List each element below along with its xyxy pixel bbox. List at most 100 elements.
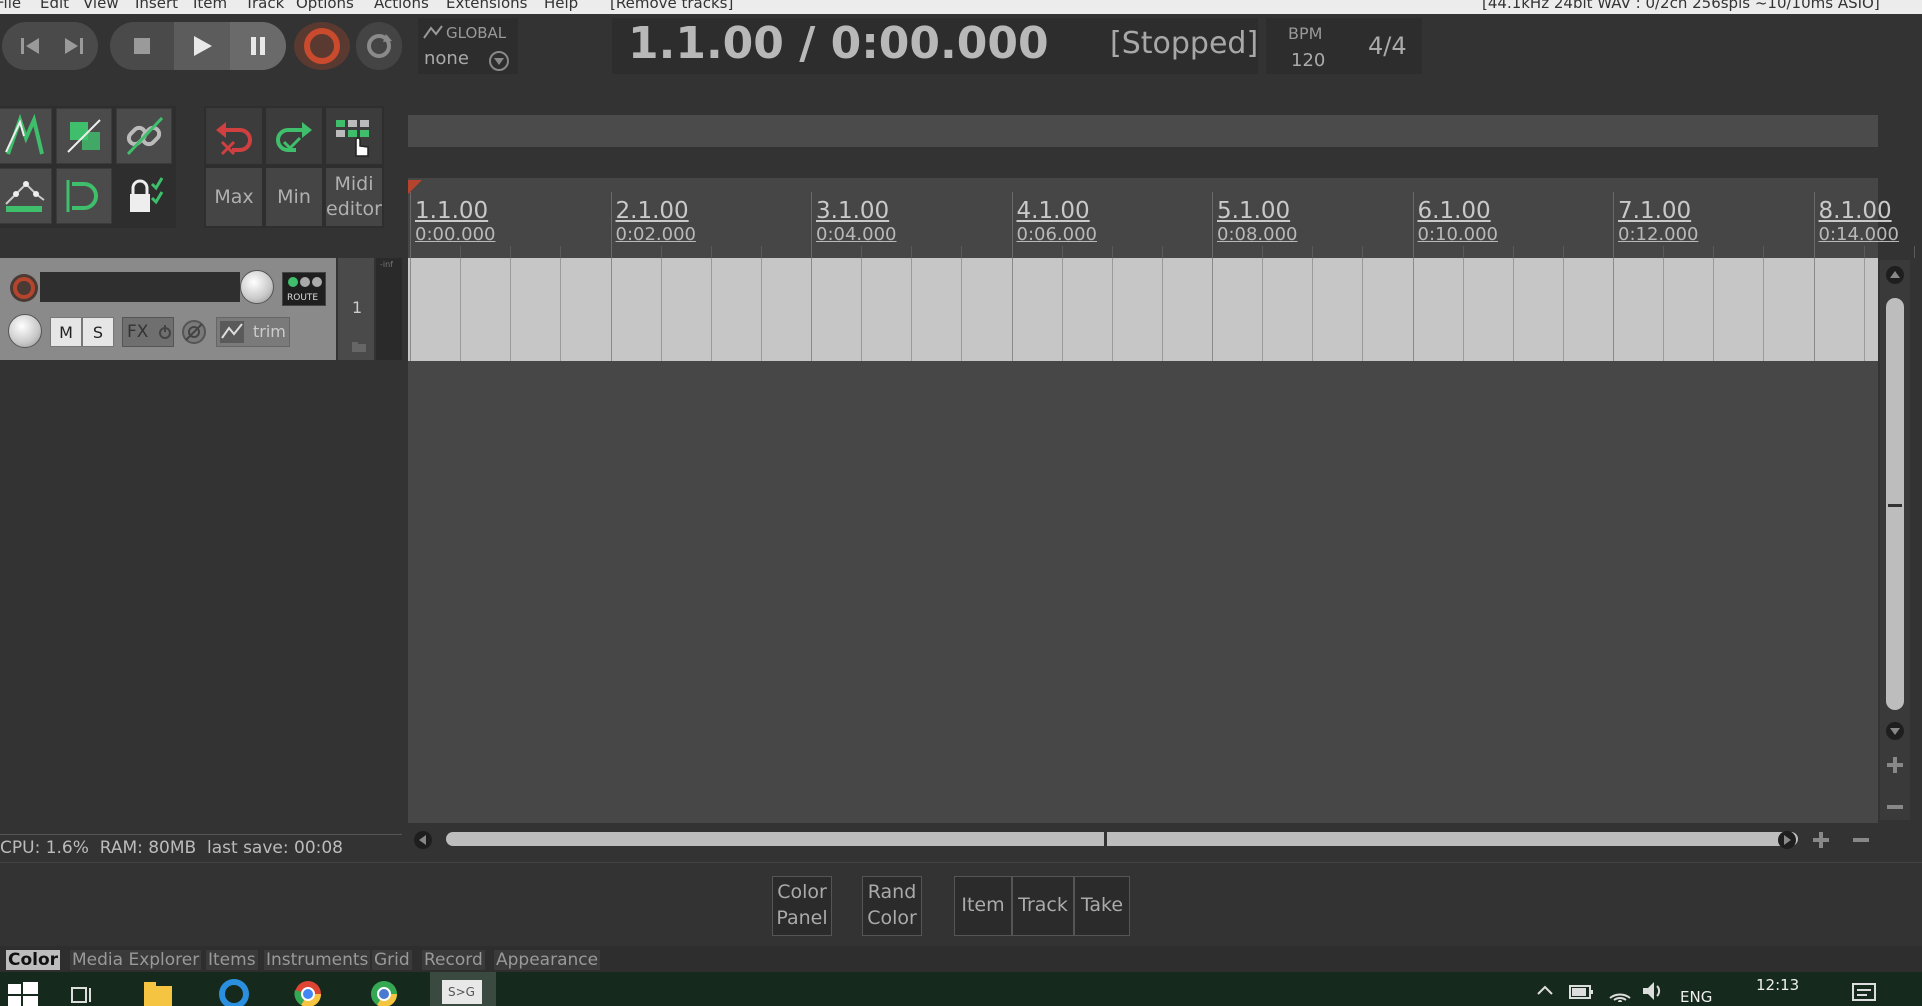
- ruler-bar-tick: [1613, 192, 1614, 258]
- action-center-icon[interactable]: [1850, 978, 1878, 1002]
- bpm-value[interactable]: 120: [1291, 50, 1325, 71]
- position-display[interactable]: 1.1.00 / 0:00.000: [628, 18, 1049, 69]
- zoom-out-vertical-icon[interactable]: [1884, 796, 1906, 818]
- menu-edit[interactable]: Edit: [40, 0, 69, 12]
- menu-track[interactable]: Track: [245, 0, 284, 12]
- ruler-time-label: 0:04.000: [816, 224, 897, 245]
- item-grouping-button[interactable]: [116, 108, 172, 164]
- windows-start-icon[interactable]: [6, 978, 40, 1006]
- tab-color[interactable]: Color: [6, 950, 61, 970]
- redo-button[interactable]: [266, 108, 322, 164]
- go-to-end-button[interactable]: [56, 22, 92, 70]
- menu-insert[interactable]: Insert: [135, 0, 178, 12]
- menu-actions[interactable]: Actions: [374, 0, 429, 12]
- grid-line: [1613, 258, 1614, 361]
- phase-invert-icon[interactable]: [180, 318, 208, 346]
- horizontal-scrollbar[interactable]: [408, 826, 1878, 852]
- scroll-up-icon[interactable]: [1884, 264, 1906, 286]
- color-target-track-button[interactable]: Track: [1012, 876, 1074, 936]
- show-hidden-icons-chevron[interactable]: [1534, 978, 1556, 1002]
- track-name-field[interactable]: [40, 272, 240, 302]
- grid-line: [560, 258, 562, 361]
- volume-knob[interactable]: [240, 270, 274, 304]
- pan-knob[interactable]: [8, 314, 42, 348]
- route-button[interactable]: ROUTE: [282, 272, 326, 306]
- task-view-icon[interactable]: [68, 978, 96, 1006]
- time-selection-bar[interactable]: [408, 115, 1878, 147]
- stop-icon: [134, 38, 150, 54]
- menu-extensions[interactable]: Extensions: [446, 0, 527, 12]
- bpm-panel[interactable]: BPM 120: [1266, 18, 1356, 74]
- record-button[interactable]: [294, 22, 350, 70]
- fx-bypass-power-icon[interactable]: [157, 324, 173, 340]
- menu-file[interactable]: File: [0, 0, 21, 12]
- volume-speaker-icon[interactable]: [1640, 978, 1668, 1002]
- track-control-panel[interactable]: ROUTE M S FX trim 1 -inf: [0, 258, 402, 360]
- time-signature-panel[interactable]: 4/4: [1354, 18, 1422, 74]
- random-color-button[interactable]: Rand Color: [862, 876, 922, 936]
- lock-settings-button[interactable]: [116, 168, 172, 224]
- wifi-network-icon[interactable]: [1606, 978, 1634, 1002]
- tab-record[interactable]: Record: [422, 950, 485, 970]
- menu-options[interactable]: Options: [296, 0, 354, 12]
- zoom-in-vertical-icon[interactable]: [1884, 754, 1906, 776]
- system-clock[interactable]: 12:13: [1756, 976, 1799, 994]
- tab-media-explorer[interactable]: Media Explorer: [70, 950, 202, 970]
- tab-grid[interactable]: Grid: [372, 950, 412, 970]
- snap-toggle-button[interactable]: [56, 108, 112, 164]
- pause-button[interactable]: [230, 22, 286, 70]
- grid-select-button[interactable]: [326, 108, 382, 164]
- battery-power-icon[interactable]: [1568, 978, 1596, 1002]
- chrome-browser-icon[interactable]: [292, 978, 324, 1006]
- zoom-out-horizontal-icon[interactable]: [1850, 829, 1872, 851]
- tab-appearance[interactable]: Appearance: [494, 950, 601, 970]
- ruler-bar-label: 7.1.00: [1618, 198, 1692, 224]
- chrome-alt-icon[interactable]: [368, 978, 400, 1006]
- timeline-ruler[interactable]: 1.1.00 0:00.000 2.1.00 0:02.000 3.1.00 0:04.0…: [408, 178, 1915, 258]
- play-button[interactable]: [174, 22, 230, 70]
- menu-help[interactable]: Help: [544, 0, 578, 12]
- tab-items[interactable]: Items: [206, 950, 258, 970]
- ripple-edit-button[interactable]: [0, 108, 52, 164]
- color-panel-button[interactable]: Color Panel: [772, 876, 832, 936]
- audio-device-status[interactable]: [44.1kHz 24bit WAV : 0/2ch 256spls ~10/1…: [1482, 0, 1880, 12]
- scroll-down-icon[interactable]: [1884, 720, 1906, 742]
- folder-icon[interactable]: [352, 342, 366, 352]
- trim-label: trim: [253, 322, 286, 341]
- undo-button[interactable]: [206, 108, 262, 164]
- automation-mode-button[interactable]: trim: [216, 317, 290, 347]
- arrange-view[interactable]: [408, 361, 1878, 823]
- solo-button[interactable]: S: [82, 317, 114, 347]
- scroll-left-icon[interactable]: [412, 829, 434, 851]
- file-explorer-icon[interactable]: [142, 978, 174, 1006]
- undo-icon: [216, 122, 252, 156]
- record-arm-icon[interactable]: [8, 272, 40, 304]
- go-to-start-button[interactable]: [12, 22, 48, 70]
- color-target-item-button[interactable]: Item: [954, 876, 1012, 936]
- zoom-in-horizontal-icon[interactable]: [1810, 829, 1832, 851]
- min-button[interactable]: Min: [266, 168, 322, 226]
- dropdown-chevron-icon[interactable]: [488, 50, 510, 72]
- time-signature-value[interactable]: 4/4: [1368, 32, 1407, 60]
- midi-editor-button[interactable]: Midi editor: [326, 168, 382, 226]
- meter-peak-label: -inf: [380, 260, 393, 269]
- horizontal-scroll-thumb[interactable]: [446, 832, 1798, 846]
- input-language-indicator[interactable]: ENG: [1680, 988, 1712, 1006]
- track-lane[interactable]: [408, 258, 1878, 361]
- tab-instruments[interactable]: Instruments: [264, 950, 371, 970]
- stop-button[interactable]: [118, 22, 166, 70]
- vertical-scrollbar[interactable]: [1880, 260, 1910, 820]
- mute-button[interactable]: M: [50, 317, 82, 347]
- edge-browser-icon[interactable]: [218, 978, 250, 1006]
- reaper-taskbar-button[interactable]: S>G: [430, 972, 496, 1006]
- scroll-right-icon[interactable]: [1776, 829, 1798, 851]
- menu-item[interactable]: Item: [193, 0, 227, 12]
- color-target-take-button[interactable]: Take: [1074, 876, 1130, 936]
- fx-button[interactable]: FX: [122, 317, 174, 347]
- max-button[interactable]: Max: [206, 168, 262, 226]
- menu-view[interactable]: View: [83, 0, 119, 12]
- envelope-points-button[interactable]: [0, 168, 52, 224]
- automation-mode-value[interactable]: none: [424, 48, 469, 69]
- loop-points-linked-button[interactable]: [56, 168, 112, 224]
- repeat-button[interactable]: [356, 22, 402, 70]
